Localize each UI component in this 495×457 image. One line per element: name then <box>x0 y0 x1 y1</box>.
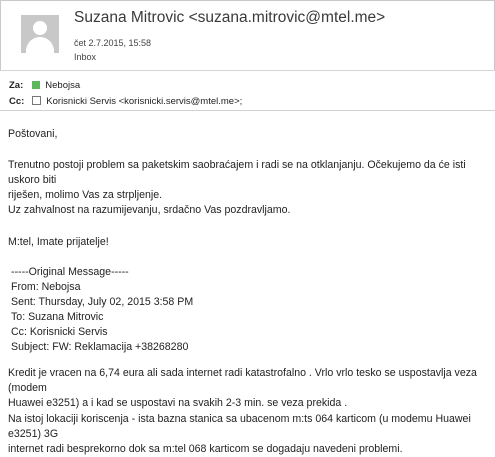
presence-available-icon <box>31 81 40 89</box>
sender-name[interactable]: Suzana Mitrovic <suzana.mitrovic@mtel.me… <box>74 9 385 27</box>
sender-avatar[interactable] <box>21 15 59 53</box>
reply-paragraph-1-line-2: riješen, molimo Vas za strpljenje. <box>8 189 163 201</box>
message-folder: Inbox <box>74 52 97 62</box>
original-from: From: Nebojsa <box>11 281 81 293</box>
avatar-head-icon <box>33 21 47 35</box>
original-body-1-line-1: Kredit je vracen na 6,74 eura ali sada i… <box>8 367 477 394</box>
original-cc: Cc: Korisnicki Servis <box>11 326 108 338</box>
to-recipient[interactable]: Nebojsa <box>45 80 80 91</box>
original-sent: Sent: Thursday, July 02, 2015 3:58 PM <box>11 296 194 308</box>
message-date: čet 2.7.2015, 15:58 <box>74 38 152 48</box>
reply-signoff: M:tel, Imate prijatelje! <box>8 236 109 248</box>
cc-line: Cc: Korisnicki Servis <korisnicki.servis… <box>9 96 242 107</box>
header-divider <box>0 110 495 111</box>
reply-paragraph-1: Trenutno postoji problem sa paketskim sa… <box>8 158 492 203</box>
reply-paragraph-2: Uz zahvalnost na razumijevanju, srdačno … <box>8 204 291 216</box>
message-header: Suzana Mitrovic <suzana.mitrovic@mtel.me… <box>0 0 495 71</box>
cc-label: Cc: <box>9 96 25 107</box>
original-body-2-line-1: Na istoj lokaciji koriscenja - ista bazn… <box>8 413 471 440</box>
cc-recipient[interactable]: Korisnicki Servis <korisnicki.servis@mte… <box>46 96 242 107</box>
original-body-paragraph-2: Na istoj lokaciji koriscenja - ista bazn… <box>8 412 492 457</box>
original-body-paragraph-1: Kredit je vracen na 6,74 eura ali sada i… <box>8 366 492 411</box>
greeting: Poštovani, <box>8 128 58 140</box>
original-to: To: Suzana Mitrovic <box>11 311 104 323</box>
original-separator: -----Original Message----- <box>11 266 129 278</box>
original-subject: Subject: FW: Reklamacija +38268280 <box>11 341 189 353</box>
to-line: Za: Nebojsa <box>9 80 80 91</box>
original-body-1-line-2: Huawei e3251) a i kad se uspostavi na sv… <box>8 397 348 409</box>
email-reading-pane: Suzana Mitrovic <suzana.mitrovic@mtel.me… <box>0 0 495 455</box>
reply-paragraph-1-line-1: Trenutno postoji problem sa paketskim sa… <box>8 159 466 186</box>
to-label: Za: <box>9 80 24 91</box>
avatar-body-icon <box>26 37 54 53</box>
presence-unknown-icon <box>31 96 41 105</box>
original-message-block: -----Original Message----- From: Nebojsa… <box>11 265 193 355</box>
